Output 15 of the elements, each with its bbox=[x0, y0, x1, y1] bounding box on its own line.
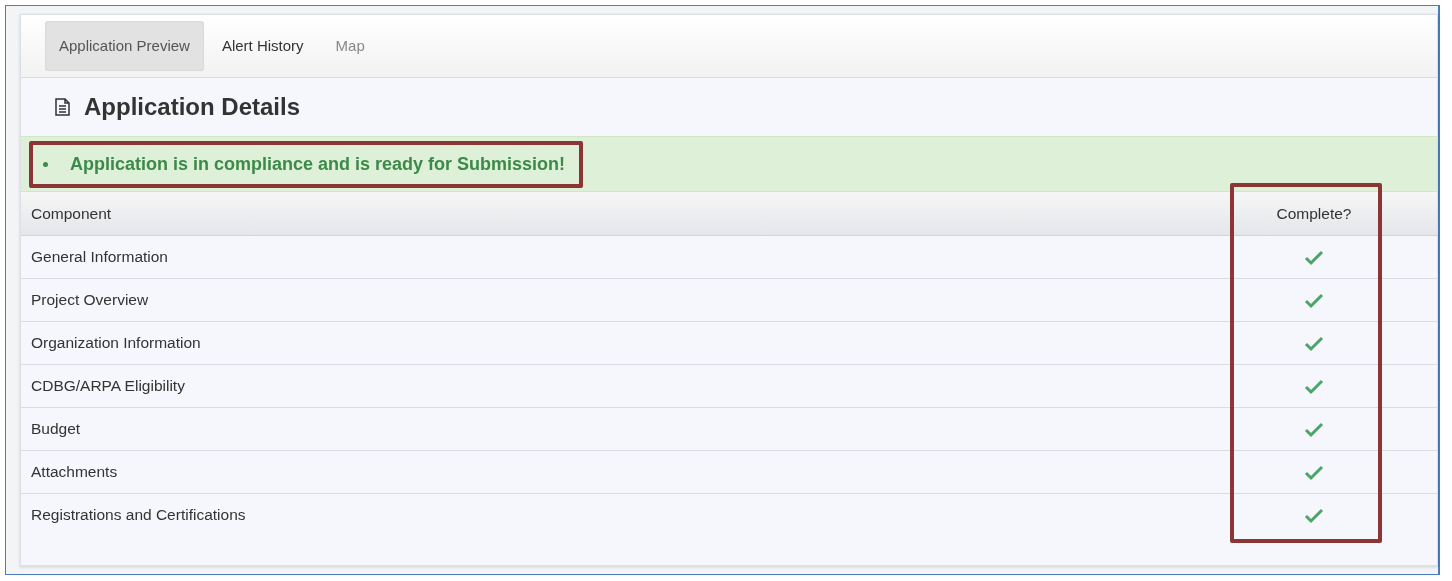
tab[interactable]: Application Preview bbox=[45, 21, 204, 71]
table-cell: Registrations and Certifications bbox=[21, 493, 1239, 536]
table-cell: Organization Information bbox=[21, 321, 1239, 364]
column-header: Component bbox=[21, 192, 1239, 235]
tab[interactable]: Alert History bbox=[207, 21, 318, 71]
document-icon bbox=[55, 98, 70, 116]
column-header: Complete? bbox=[1239, 192, 1437, 235]
table-cell: Project Overview bbox=[21, 278, 1239, 321]
table-cell: Attachments bbox=[21, 450, 1239, 493]
table-cell: CDBG/ARPA Eligibility bbox=[21, 364, 1239, 407]
bullet-icon bbox=[43, 161, 48, 167]
table-cell: General Information bbox=[21, 235, 1239, 278]
table-cell: Budget bbox=[21, 407, 1239, 450]
alert-message: Application is in compliance and is ready for Submission! bbox=[70, 152, 566, 176]
page-title: Application Details bbox=[84, 92, 301, 122]
